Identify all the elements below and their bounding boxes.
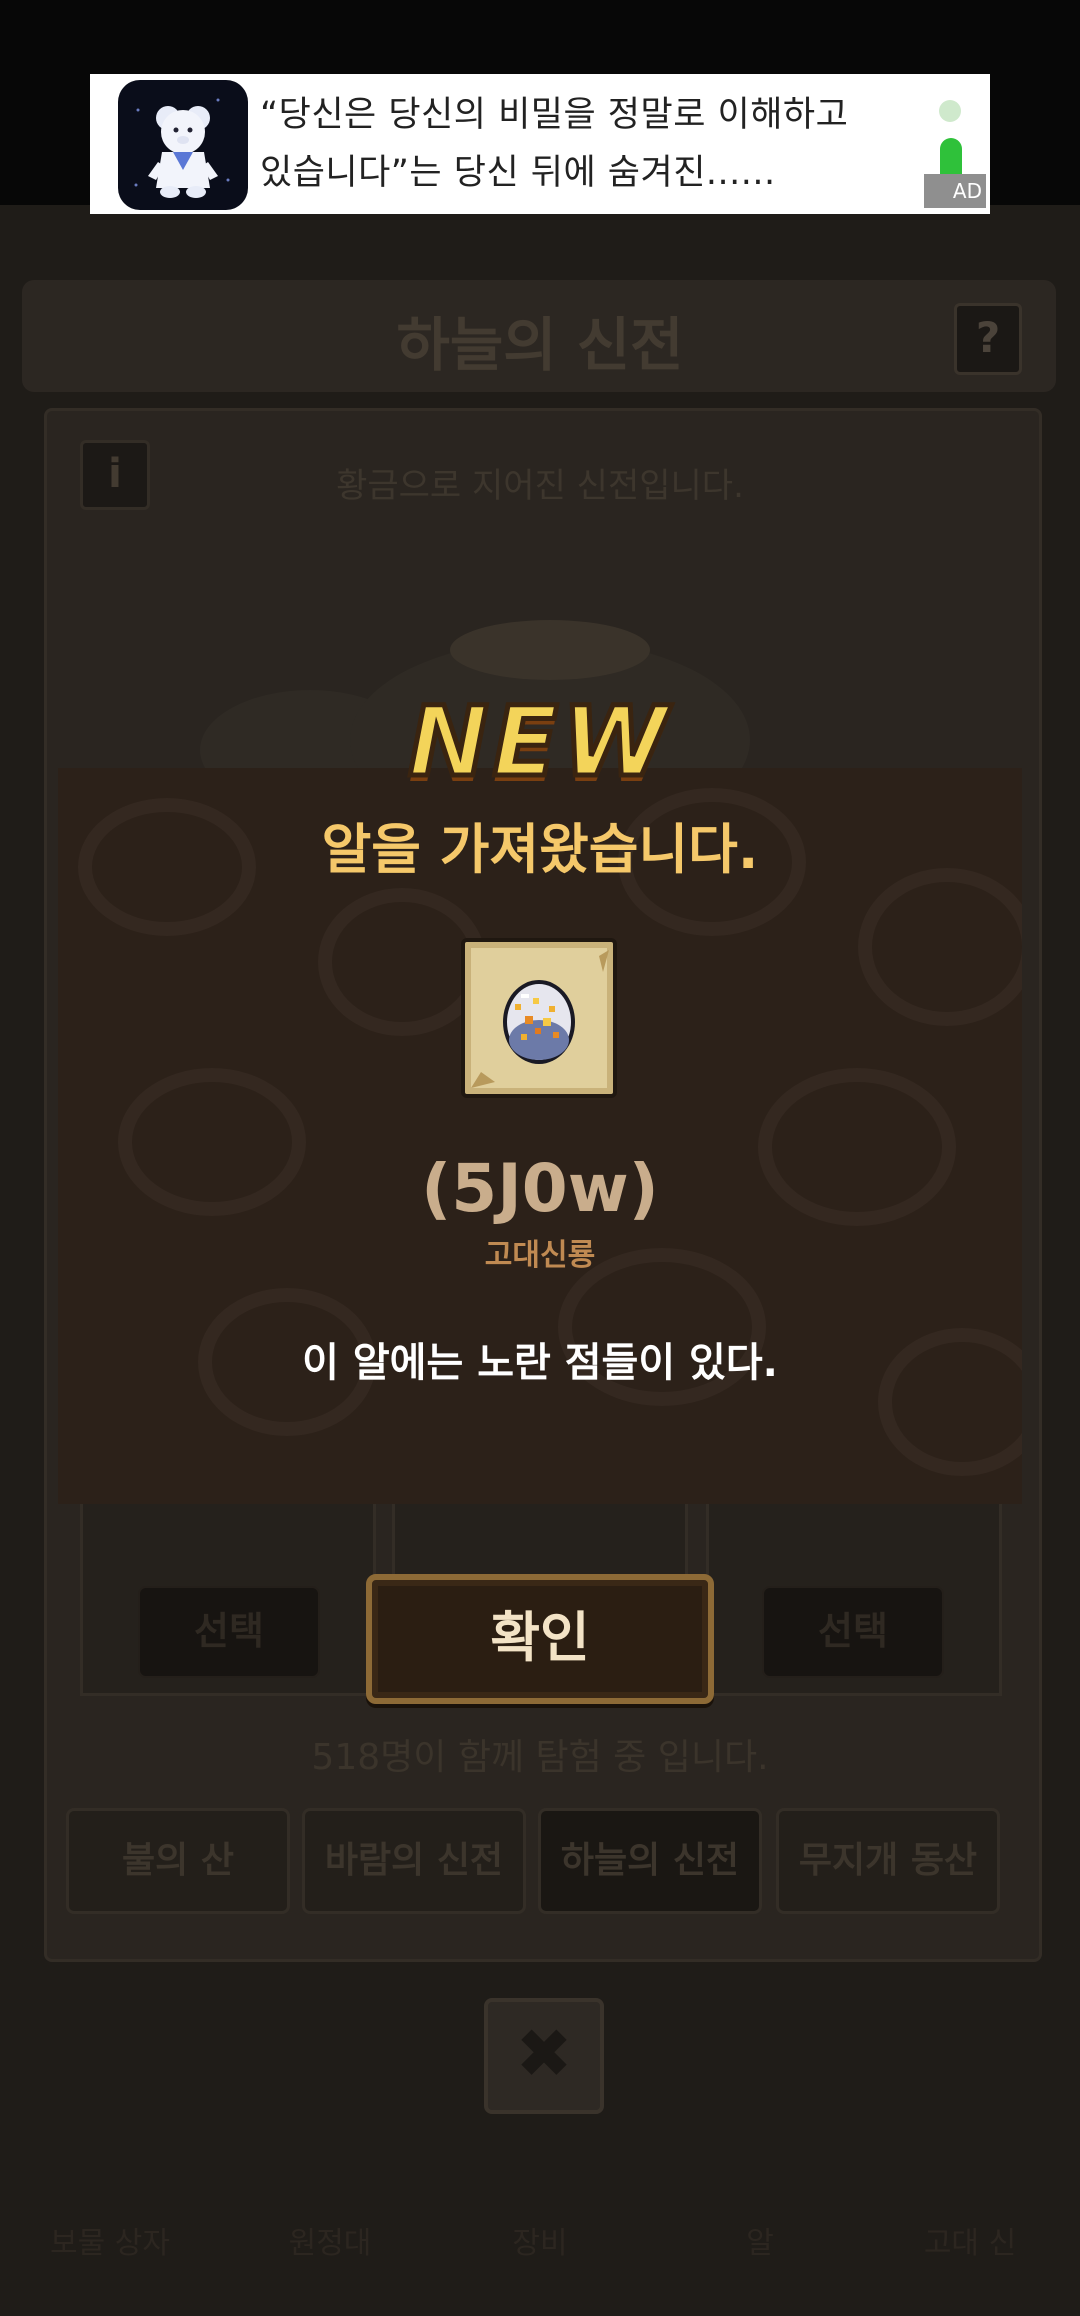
dialog-title: 알을 가져왔습니다. bbox=[321, 818, 759, 881]
tab-fire-mountain[interactable]: 불의 산 bbox=[66, 1808, 290, 1914]
ad-badge[interactable]: AD bbox=[924, 174, 986, 208]
pattern-decoration bbox=[858, 868, 1022, 1026]
bottom-nav-item[interactable]: 장비 bbox=[450, 2218, 630, 2262]
ad-text-line2: 있습니다”는 당신 뒤에 숨겨진...... bbox=[260, 153, 776, 193]
tab-sky-temple[interactable]: 하늘의 신전 bbox=[538, 1808, 762, 1914]
ad-app-icon[interactable] bbox=[118, 80, 248, 210]
ad-indicator-dot bbox=[939, 100, 961, 122]
bottom-nav-item[interactable]: 알 bbox=[670, 2218, 850, 2262]
bottom-nav-item[interactable]: 고대 신 bbox=[880, 2218, 1060, 2262]
confirm-button[interactable]: 확인 bbox=[366, 1574, 714, 1704]
egg-name: (5J0w) bbox=[421, 1150, 659, 1227]
new-badge: NEW bbox=[406, 684, 672, 801]
tab-rainbow-hill[interactable]: 무지개 동산 bbox=[776, 1808, 1000, 1914]
bottom-nav-item[interactable]: 원정대 bbox=[240, 2218, 420, 2262]
page-title: 하늘의 신전 bbox=[396, 311, 684, 379]
close-button[interactable]: ✖ bbox=[484, 1998, 604, 2114]
select-button-right[interactable]: 선택 bbox=[762, 1586, 944, 1678]
help-button[interactable]: ? bbox=[954, 303, 1022, 375]
temple-roof bbox=[450, 620, 650, 680]
select-button-left[interactable]: 선택 bbox=[138, 1586, 320, 1678]
participant-count: 518명이 함께 탐험 중 입니다. bbox=[311, 1737, 769, 1778]
egg-description: 이 알에는 노란 점들이 있다. bbox=[302, 1340, 778, 1386]
egg-icon bbox=[471, 950, 609, 1088]
egg-type: 고대신룡 bbox=[484, 1238, 596, 1273]
bottom-nav-item[interactable]: 보물 상자 bbox=[20, 2218, 200, 2262]
tab-wind-temple[interactable]: 바람의 신전 bbox=[302, 1808, 526, 1914]
ad-text-line1: “당신은 당신의 비밀을 정말로 이해하고 bbox=[260, 95, 849, 135]
egg-item-card bbox=[461, 938, 617, 1098]
ad-text[interactable]: “당신은 당신의 비밀을 정말로 이해하고 있습니다”는 당신 뒤에 숨겨진..… bbox=[260, 86, 900, 202]
temple-description: 황금으로 지어진 신전입니다. bbox=[336, 466, 744, 506]
